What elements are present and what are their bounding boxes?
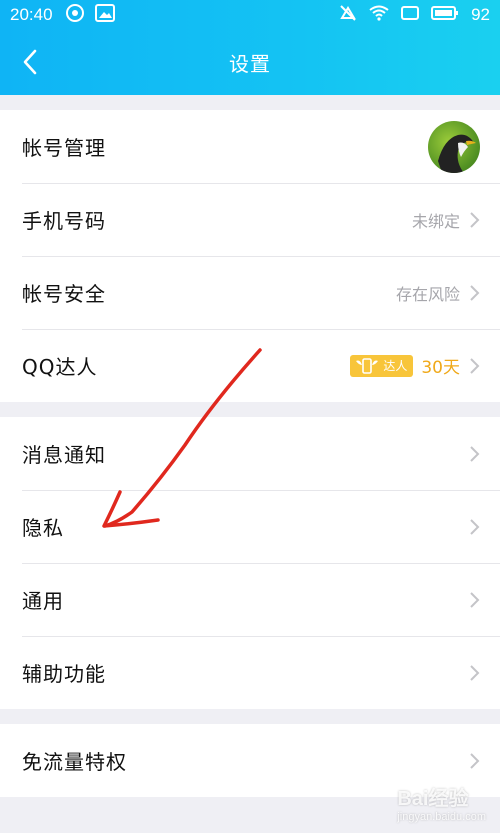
settings-item-phone-number[interactable]: 手机号码 未绑定 — [0, 183, 500, 256]
settings-item-account-security[interactable]: 帐号安全 存在风险 — [0, 256, 500, 329]
chevron-right-icon — [468, 357, 480, 375]
baidu-watermark: Bai经验 jingyan.baidu.com — [397, 782, 486, 823]
settings-item-label: 帐号安全 — [22, 282, 106, 306]
settings-item-value: 存在风险 — [395, 284, 460, 304]
general-settings-group: 消息通知 隐私 通用 辅助功能 — [0, 417, 500, 709]
chevron-right-icon — [468, 752, 480, 770]
screen-icon — [401, 5, 420, 26]
header: 20:40 92 设置 — [0, 0, 500, 95]
settings-item-label: 帐号管理 — [22, 136, 106, 160]
watermark-url: jingyan.baidu.com — [397, 811, 486, 823]
settings-item-privacy[interactable]: 隐私 — [0, 490, 500, 563]
settings-item-label: 通用 — [22, 589, 64, 613]
chevron-right-icon — [468, 591, 480, 609]
battery-level: 92 — [471, 5, 490, 24]
status-time: 20:40 — [10, 5, 53, 24]
talent-badge: 达人 — [350, 354, 414, 377]
account-settings-group: 帐号管理 手机号码 未绑定 帐号安全 存在风险 QQ达人 达人 30天 — [0, 110, 500, 402]
settings-item-label: 免流量特权 — [22, 750, 127, 774]
wifi-icon — [369, 5, 389, 26]
browser-icon — [65, 3, 85, 28]
page-title: 设置 — [229, 52, 271, 76]
status-bar: 20:40 92 — [0, 0, 500, 30]
settings-item-qq-talent[interactable]: QQ达人 达人 30天 — [0, 329, 500, 402]
chevron-left-icon — [23, 49, 37, 75]
settings-item-label: QQ达人 — [22, 355, 98, 379]
mute-icon — [339, 4, 357, 27]
image-notification-icon — [94, 3, 115, 27]
settings-item-label: 消息通知 — [22, 443, 106, 467]
back-button[interactable] — [14, 44, 46, 80]
chevron-right-icon — [468, 518, 480, 536]
settings-item-label: 辅助功能 — [22, 662, 106, 686]
phone-wings-icon — [356, 357, 379, 374]
settings-item-notifications[interactable]: 消息通知 — [0, 417, 500, 490]
chevron-right-icon — [468, 284, 480, 302]
nav-bar: 设置 — [0, 30, 500, 95]
settings-item-accessibility[interactable]: 辅助功能 — [0, 636, 500, 709]
settings-item-label: 手机号码 — [22, 209, 106, 233]
settings-item-label: 隐私 — [22, 516, 64, 540]
talent-days: 30天 — [421, 358, 460, 378]
battery-icon — [431, 5, 459, 26]
chevron-right-icon — [468, 664, 480, 682]
watermark-brand: Bai经验 — [397, 788, 469, 810]
settings-item-general[interactable]: 通用 — [0, 563, 500, 636]
chevron-right-icon — [468, 211, 480, 229]
settings-item-account-management[interactable]: 帐号管理 — [0, 110, 500, 183]
chevron-right-icon — [468, 445, 480, 463]
settings-item-value: 未绑定 — [411, 211, 460, 231]
avatar — [428, 120, 480, 173]
talent-badge-label: 达人 — [383, 359, 408, 373]
